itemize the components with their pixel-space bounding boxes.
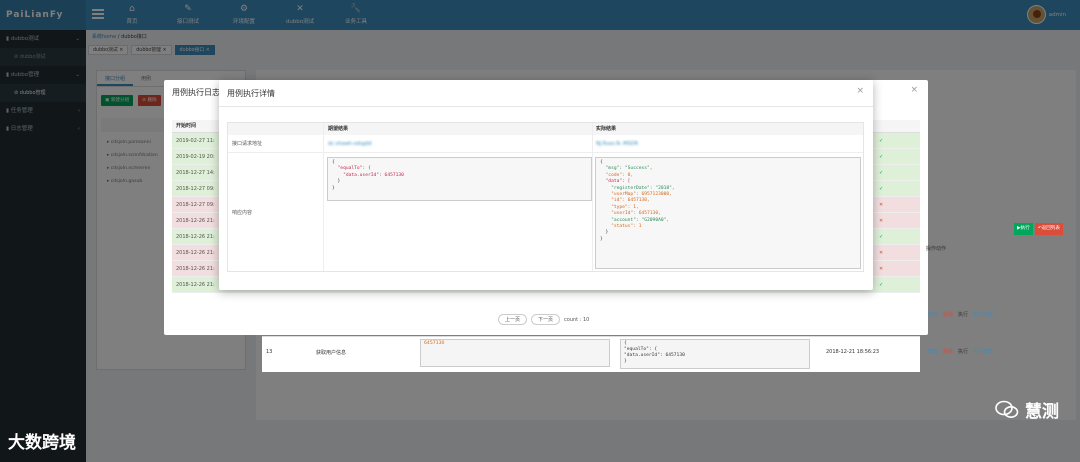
cross-icon: ✕: [879, 266, 884, 272]
response-label: 响应内容: [232, 210, 253, 216]
exec-label: 执行: [1020, 226, 1030, 231]
pager: 上一页 下一页 count : 10: [498, 314, 589, 325]
divider: [592, 123, 593, 271]
close-icon[interactable]: ×: [910, 85, 918, 95]
row-assert-code: { "equalTo": { "data.userId": 6457130}: [620, 339, 810, 369]
edit-link[interactable]: 修改: [928, 348, 938, 355]
watermark-left: 大数跨境: [8, 428, 76, 453]
prev-page-button[interactable]: 上一页: [498, 314, 528, 325]
cross-icon: ✕: [879, 218, 884, 224]
col-actual: 实际结果: [596, 126, 617, 132]
exec-log-title: 用例执行日志: [172, 88, 220, 97]
detail-title: 用例执行详情: [227, 89, 275, 98]
watermark-right: 慧测: [995, 397, 1059, 422]
divider: [219, 106, 873, 107]
expected-response-code: { "equalTo": { "data.userId": 6457130 }}: [327, 157, 592, 201]
col-expected: 期望结果: [328, 126, 349, 132]
log-link[interactable]: 执行日志: [973, 311, 993, 318]
watermark-left-text: 大数跨境: [8, 433, 76, 453]
expected-url: dc-shawh-sdsgdd: [328, 141, 372, 147]
next-page-button[interactable]: 下一页: [531, 314, 561, 325]
table-row: 13 获取用户信息 6457130 { "equalTo": { "data.u…: [262, 336, 920, 372]
code-line: }: [624, 359, 627, 364]
row-time: 2018-12-21 18:56:23: [826, 349, 880, 355]
cross-icon: ✕: [879, 250, 884, 256]
check-icon: ✓: [879, 234, 884, 240]
detail-table: 期望结果 实际结果 接口请求地址 dc-shawh-sdsgdd NJ.Rsas…: [227, 122, 864, 272]
case-detail-modal: 用例执行详情 × 期望结果 实际结果 接口请求地址 dc-shawh-sdsgd…: [219, 80, 873, 290]
close-icon[interactable]: ×: [856, 86, 864, 96]
record-count: count : 10: [564, 316, 590, 323]
check-icon: ✓: [879, 186, 884, 192]
ops-header: 操作动作: [926, 246, 947, 252]
divider: [323, 123, 324, 271]
delete-link[interactable]: 删除: [943, 311, 953, 318]
run-link[interactable]: 执行: [958, 348, 968, 355]
run-link[interactable]: 执行: [958, 311, 968, 318]
row-id: 13: [266, 349, 273, 355]
log-link[interactable]: 执行日志: [973, 348, 993, 355]
actual-url: NJ.Rsas.N-.MSDR: [596, 141, 639, 147]
code-line: }: [600, 236, 603, 242]
back-list-button[interactable]: ↶返回列表: [1034, 223, 1063, 235]
delete-link[interactable]: 删除: [943, 348, 953, 355]
watermark-right-text: 慧测: [1025, 402, 1059, 422]
exec-button[interactable]: ▶执行: [1014, 223, 1033, 235]
ops-row: 修改 删除 执行 执行日志: [928, 348, 993, 355]
row-name: 获取用户信息: [316, 350, 347, 356]
check-icon: ✓: [879, 282, 884, 288]
case-actions: ▶执行 ↶返回列表: [1014, 223, 1065, 235]
check-icon: ✓: [879, 170, 884, 176]
code-line: }: [332, 185, 335, 191]
actual-response-code: { "msg": "Success", "code": 0, "data": […: [595, 157, 861, 269]
ops-row: 修改 删除 执行 执行日志: [928, 311, 993, 318]
back-label: 返回列表: [1041, 226, 1060, 231]
edit-link[interactable]: 修改: [928, 311, 938, 318]
row-params: 6457130: [420, 339, 610, 367]
cross-icon: ✕: [879, 202, 884, 208]
check-icon: ✓: [879, 138, 884, 144]
url-label: 接口请求地址: [232, 141, 263, 147]
check-icon: ✓: [879, 154, 884, 160]
wechat-icon: [995, 400, 1019, 418]
app-root: PaiLianFy ⌂首页✎接口测试⚙环境配置✕dubbo测试🔧业务工具 adm…: [0, 0, 1080, 462]
